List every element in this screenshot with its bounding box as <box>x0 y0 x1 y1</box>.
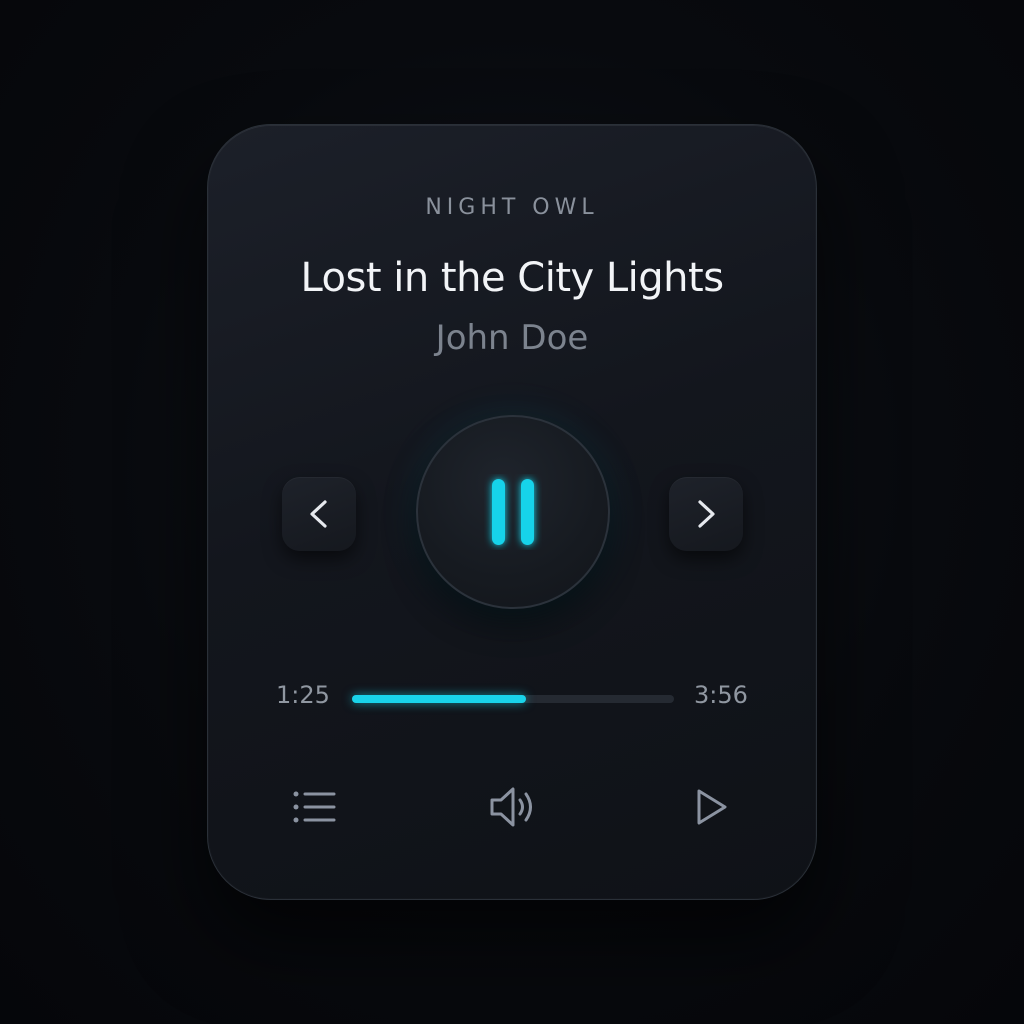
volume-button[interactable] <box>484 781 544 833</box>
play-button[interactable] <box>681 781 741 833</box>
total-duration: 3:56 <box>694 681 748 709</box>
station-name: NIGHT OWL <box>425 195 599 220</box>
pause-button[interactable] <box>416 415 610 609</box>
playlist-icon <box>293 791 336 823</box>
chevron-right-icon <box>698 500 715 528</box>
track-title: Lost in the City Lights <box>300 255 724 301</box>
progress-fill <box>352 695 526 703</box>
artist-name: John Doe <box>435 318 589 358</box>
volume-icon <box>490 787 532 827</box>
playlist-button[interactable] <box>285 781 345 833</box>
previous-button[interactable] <box>282 477 356 551</box>
pause-icon <box>492 479 534 545</box>
music-player-card: NIGHT OWL Lost in the City Lights John D… <box>207 124 817 900</box>
next-button[interactable] <box>669 477 743 551</box>
progress-bar[interactable] <box>352 695 674 703</box>
elapsed-time: 1:25 <box>276 681 330 709</box>
play-icon <box>697 789 727 825</box>
chevron-left-icon <box>310 500 327 528</box>
